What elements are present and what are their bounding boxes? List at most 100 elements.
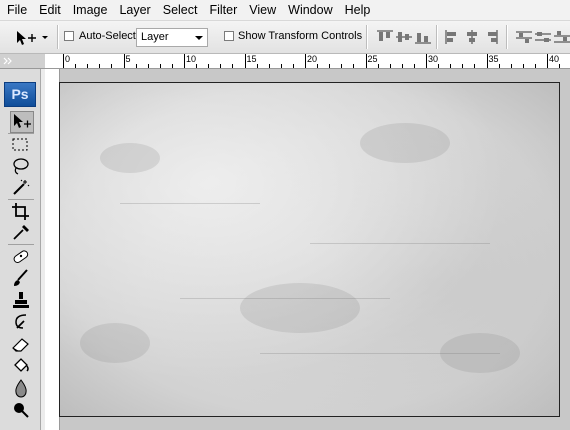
- ruler-tick: [123, 54, 125, 68]
- ruler-tick: [184, 54, 185, 68]
- menu-image[interactable]: Image: [67, 0, 114, 20]
- auto-select-checkbox[interactable]: [64, 31, 74, 41]
- ruler-tick: [159, 64, 161, 68]
- ruler-tick: [559, 64, 561, 68]
- toolbox-separator: [8, 133, 34, 134]
- ruler-tick: [522, 64, 524, 68]
- paint-bucket-icon[interactable]: [10, 356, 34, 378]
- document-canvas[interactable]: [59, 82, 560, 417]
- options-separator: [366, 25, 368, 49]
- ruler-tick: [365, 54, 367, 68]
- menu-view[interactable]: View: [243, 0, 282, 20]
- texture-streak: [120, 203, 260, 204]
- ruler-tick: [111, 64, 113, 68]
- show-transform-checkbox[interactable]: [224, 31, 234, 41]
- ruler-tick: [353, 64, 355, 68]
- ruler-tick: [413, 64, 415, 68]
- ruler-tick: [268, 64, 270, 68]
- eraser-icon[interactable]: [10, 334, 34, 356]
- texture-streak: [310, 243, 490, 244]
- ruler-tick: [317, 64, 319, 68]
- menu-layer[interactable]: Layer: [113, 0, 156, 20]
- horizontal-ruler: 0 5 10 15 20 25 30 35 40: [45, 54, 570, 69]
- clone-stamp-icon[interactable]: [10, 290, 34, 312]
- ruler-tick: [75, 64, 77, 68]
- vertical-ruler: [45, 69, 60, 430]
- move-tool-icon[interactable]: [10, 111, 34, 133]
- menu-edit[interactable]: Edit: [33, 0, 67, 20]
- distribute-bottom-icon[interactable]: [552, 29, 570, 45]
- auto-select-dropdown[interactable]: Layer: [136, 28, 208, 47]
- brush-icon[interactable]: [10, 268, 34, 290]
- ruler-tick: [486, 54, 488, 68]
- auto-select-value: Layer: [141, 31, 169, 43]
- photoshop-logo[interactable]: Ps: [4, 82, 36, 107]
- ruler-tick: [547, 54, 548, 68]
- texture-streak: [180, 298, 390, 299]
- ruler-label: 0: [65, 54, 71, 64]
- ruler-tick: [389, 64, 391, 68]
- ruler-tick: [474, 64, 476, 68]
- ruler-label: 15: [246, 54, 257, 64]
- ruler-tick: [232, 64, 234, 68]
- marquee-tool-icon[interactable]: [10, 135, 34, 157]
- menu-select[interactable]: Select: [157, 0, 204, 20]
- ruler-tick: [196, 64, 198, 68]
- collapse-arrows-icon[interactable]: [0, 54, 45, 68]
- history-brush-icon[interactable]: [10, 312, 34, 334]
- ruler-label: 20: [307, 54, 318, 64]
- ruler-tick: [147, 64, 149, 68]
- texture-streak: [260, 353, 500, 354]
- ruler-tick: [292, 64, 294, 68]
- ruler-label: 5: [125, 54, 131, 64]
- texture-speck: [80, 323, 150, 363]
- show-transform-label: Show Transform Controls: [238, 30, 363, 42]
- tool-preset-picker[interactable]: [13, 27, 53, 49]
- options-separator: [506, 25, 508, 49]
- magic-wand-icon[interactable]: [10, 177, 34, 199]
- align-vertical-centers-icon[interactable]: [394, 29, 414, 45]
- ruler-tick: [220, 64, 222, 68]
- texture-speck: [100, 143, 160, 173]
- align-right-edges-icon[interactable]: [481, 29, 501, 45]
- ruler-tick: [510, 64, 512, 68]
- ruler-tick: [498, 64, 500, 68]
- align-top-edges-icon[interactable]: [375, 29, 395, 45]
- ruler-tick: [377, 64, 379, 68]
- blur-icon[interactable]: [10, 378, 34, 400]
- crop-tool-icon[interactable]: [10, 201, 34, 223]
- ruler-tick: [438, 64, 440, 68]
- ruler-tick: [87, 64, 89, 68]
- ruler-tick: [244, 54, 246, 68]
- ruler-tick: [426, 54, 427, 68]
- eyedropper-icon[interactable]: [10, 222, 34, 244]
- distribute-top-icon[interactable]: [514, 29, 534, 45]
- ruler-tick: [63, 54, 64, 68]
- menu-file[interactable]: File: [0, 0, 33, 20]
- ruler-label: 10: [186, 54, 197, 64]
- ruler-tick: [171, 64, 173, 68]
- menu-filter[interactable]: Filter: [203, 0, 243, 20]
- options-separator: [436, 25, 438, 49]
- menu-window[interactable]: Window: [282, 0, 338, 20]
- lasso-tool-icon[interactable]: [10, 156, 34, 178]
- align-bottom-edges-icon[interactable]: [413, 29, 433, 45]
- menu-help[interactable]: Help: [339, 0, 377, 20]
- ruler-label: 25: [367, 54, 378, 64]
- distribute-vertical-centers-icon[interactable]: [533, 29, 553, 45]
- ruler-tick: [450, 64, 452, 68]
- move-tool-icon: [17, 31, 48, 45]
- dodge-icon[interactable]: [10, 400, 34, 422]
- texture-speck: [240, 283, 360, 333]
- ruler-tick: [208, 64, 210, 68]
- ruler-tick: [401, 64, 403, 68]
- toolbox: Ps: [0, 69, 41, 430]
- ruler-tick: [462, 64, 464, 68]
- align-horizontal-centers-icon[interactable]: [462, 29, 482, 45]
- healing-brush-icon[interactable]: [10, 246, 34, 268]
- ruler-tick: [99, 64, 101, 68]
- ruler-tick: [341, 64, 343, 68]
- toolbox-separator: [8, 244, 34, 245]
- align-left-edges-icon[interactable]: [443, 29, 463, 45]
- chevron-down-icon: [195, 36, 203, 40]
